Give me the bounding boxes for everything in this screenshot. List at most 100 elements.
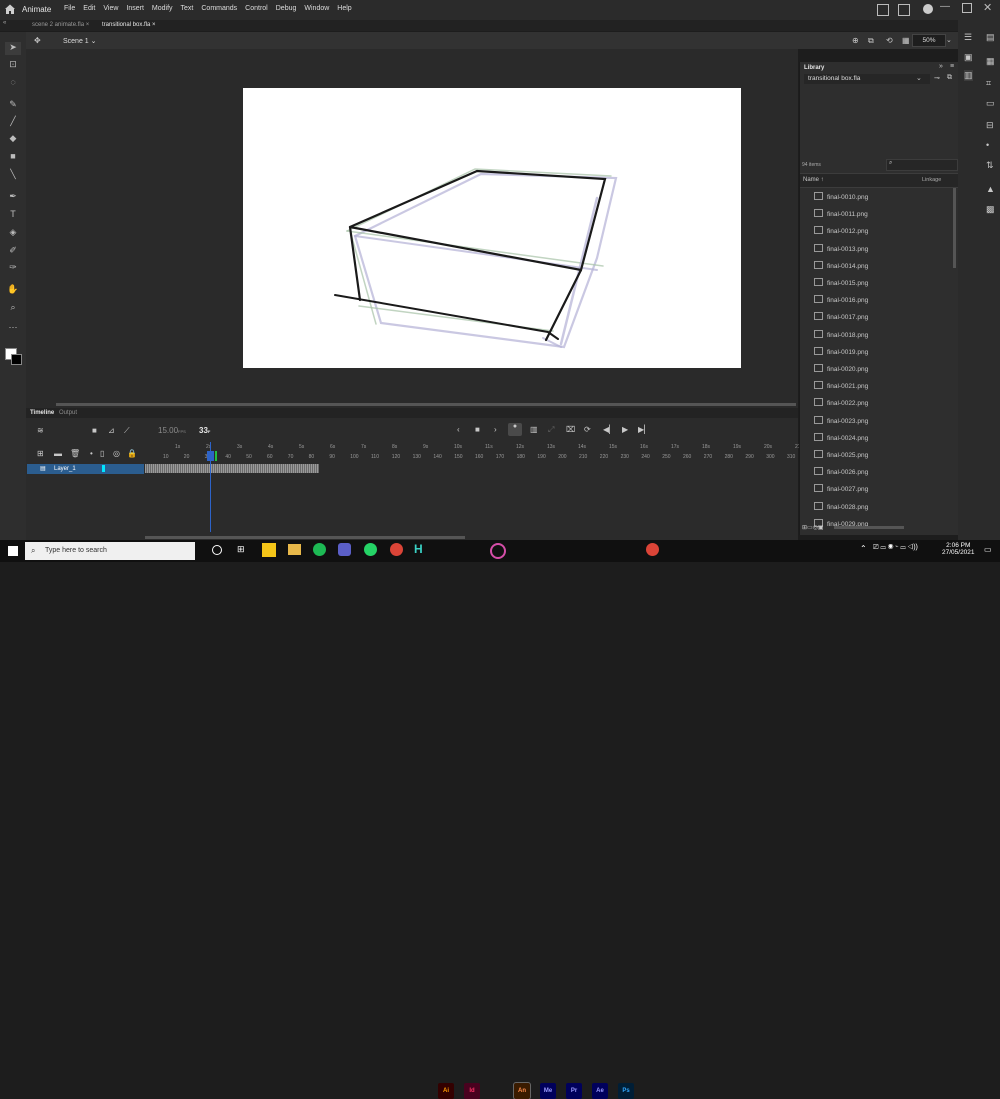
show-hide-icon[interactable]: ◎ [113, 449, 120, 458]
pen-tool-icon[interactable]: ✒ [5, 191, 21, 204]
panel-collapse-icon[interactable]: » [939, 63, 943, 70]
fps-display[interactable]: 15.00FPS [158, 426, 186, 435]
menu-view[interactable]: View [103, 5, 118, 12]
selection-tool-icon[interactable]: ➤ [5, 42, 21, 55]
library-file-select[interactable]: transitional box.fla [804, 74, 930, 84]
center-stage-icon[interactable]: ⊕ [852, 36, 859, 45]
layer-row[interactable]: ▤ Layer_1 [27, 464, 144, 474]
taskbar-search-input[interactable]: ⌕ Type here to search [25, 542, 195, 560]
library-hscroll[interactable] [834, 526, 904, 529]
h-app-icon[interactable]: H [414, 542, 423, 556]
new-folder-icon[interactable]: ▬ [54, 449, 62, 458]
eraser-tool-icon[interactable]: ◆ [5, 133, 21, 146]
graph-icon[interactable]: ⟋ [124, 426, 130, 436]
edit-multiple-frames-icon[interactable]: ▥ [530, 425, 538, 434]
panel-layout-icon[interactable] [898, 4, 910, 16]
rotate-stage-icon[interactable]: ⟲ [886, 36, 893, 45]
more-tools-icon[interactable]: ⋯ [5, 322, 21, 335]
file-explorer-icon[interactable] [288, 544, 301, 555]
library-search-input[interactable]: ⌕ [886, 159, 958, 171]
menu-help[interactable]: Help [337, 5, 351, 12]
library-scrollbar[interactable] [953, 188, 956, 268]
sticky-notes-icon[interactable] [262, 543, 276, 557]
library-item[interactable]: final-0017.png [814, 312, 868, 329]
lasso-tool-icon[interactable]: ◌ [5, 77, 21, 90]
play-icon[interactable]: ▶ [622, 425, 628, 434]
layers-icon[interactable]: ≋ [37, 426, 44, 435]
paint-bucket-tool-icon[interactable]: ◈ [5, 227, 21, 240]
menu-control[interactable]: Control [245, 5, 268, 12]
transform-icon[interactable]: ⌗ [986, 78, 991, 89]
components-icon[interactable]: • [986, 140, 989, 150]
menu-insert[interactable]: Insert [126, 5, 144, 12]
menu-modify[interactable]: Modify [152, 5, 173, 12]
library-item[interactable]: final-0013.png [814, 243, 868, 261]
layer-color-swatch[interactable] [102, 465, 105, 472]
create-tween-icon[interactable]: ⤢ [548, 425, 554, 435]
library-item[interactable]: final-0024.png [814, 432, 868, 450]
stage-scrollbar[interactable] [26, 401, 798, 408]
zoom-tool-icon[interactable]: ⌕ [5, 302, 21, 315]
animate-taskbar-icon[interactable]: An [513, 1082, 531, 1099]
onion-skin-icon[interactable]: ● [508, 423, 522, 436]
library-item[interactable]: final-0025.png [814, 450, 868, 467]
library-item[interactable]: final-0010.png [814, 192, 868, 209]
new-library-panel-icon[interactable]: ⧉ [947, 74, 952, 82]
loop-icon[interactable]: ⟳ [584, 425, 591, 434]
color-icon[interactable]: ▦ [986, 56, 995, 67]
menu-debug[interactable]: Debug [276, 5, 297, 12]
highlight-layer-icon[interactable]: • [90, 449, 93, 458]
frame-span[interactable] [145, 464, 319, 473]
teams-icon[interactable] [338, 543, 351, 556]
illustrator-icon[interactable]: Ai [438, 1083, 454, 1099]
stroke-color-swatch[interactable] [11, 354, 22, 365]
scene-selector[interactable]: Scene 1 ⌄ [63, 37, 97, 45]
whatsapp-icon[interactable] [364, 543, 377, 556]
task-view-icon[interactable]: ⊞ [237, 544, 245, 555]
library-item[interactable]: final-0022.png [814, 398, 868, 415]
stage-canvas[interactable] [243, 88, 741, 368]
library-item[interactable]: final-0015.png [814, 278, 868, 295]
eyedropper-tool-icon[interactable]: ✐ [5, 245, 21, 258]
step-forward-icon[interactable]: ▶▏ [638, 425, 650, 434]
library-item[interactable]: final-0026.png [814, 467, 868, 484]
history-icon[interactable]: ▩ [986, 204, 995, 215]
swatches-icon[interactable]: ⊟ [986, 120, 994, 131]
cortana-icon[interactable] [212, 545, 222, 555]
current-frame-display[interactable]: 33F [199, 426, 210, 435]
next-keyframe-icon[interactable]: › [494, 425, 497, 434]
brush-tool-icon[interactable]: ✎ [5, 99, 21, 112]
motion-presets-icon[interactable]: ⇅ [986, 160, 994, 171]
delete-layer-icon[interactable]: 🗑 [70, 449, 80, 458]
menu-file[interactable]: File [64, 5, 75, 12]
premiere-icon[interactable]: Pr [566, 1083, 582, 1099]
line-tool-icon[interactable]: ╲ [5, 169, 21, 182]
new-symbol-icon[interactable]: ⊞▭◎▣ [802, 524, 824, 531]
indesign-icon[interactable]: Id [464, 1083, 480, 1099]
library-item[interactable]: final-0011.png [814, 209, 868, 226]
properties-icon[interactable]: ☰ [964, 32, 972, 43]
play-test-icon[interactable] [923, 4, 933, 14]
library-item[interactable]: final-0023.png [814, 415, 868, 433]
align-icon[interactable]: ▤ [986, 32, 995, 43]
tab-output[interactable]: Output [59, 410, 77, 416]
text-tool-icon[interactable]: T [5, 209, 21, 222]
maximize-icon[interactable] [962, 3, 972, 13]
playhead-handle[interactable] [207, 451, 214, 461]
library-item[interactable]: final-0027.png [814, 484, 868, 501]
code-snippets-icon[interactable]: ▲ [986, 184, 995, 194]
assets-icon[interactable]: ▣ [964, 52, 973, 63]
menu-edit[interactable]: Edit [83, 5, 95, 12]
home-icon[interactable] [4, 3, 16, 15]
media-encoder-icon[interactable]: Me [540, 1083, 556, 1099]
clip-content-icon[interactable]: ⧉ [868, 36, 874, 46]
paint-brush-tool-icon[interactable]: ╱ [5, 116, 21, 129]
step-back-icon[interactable]: ◀▏ [603, 425, 615, 434]
close-tab-icon[interactable]: × [152, 22, 156, 28]
rectangle-tool-icon[interactable]: ■ [5, 151, 21, 164]
chrome-2-icon[interactable] [646, 543, 659, 556]
library-icon[interactable]: ▥ [964, 70, 973, 81]
after-effects-icon[interactable]: Ae [592, 1083, 608, 1099]
library-item[interactable]: final-0016.png [814, 295, 868, 312]
library-item[interactable]: final-0020.png [814, 364, 868, 381]
